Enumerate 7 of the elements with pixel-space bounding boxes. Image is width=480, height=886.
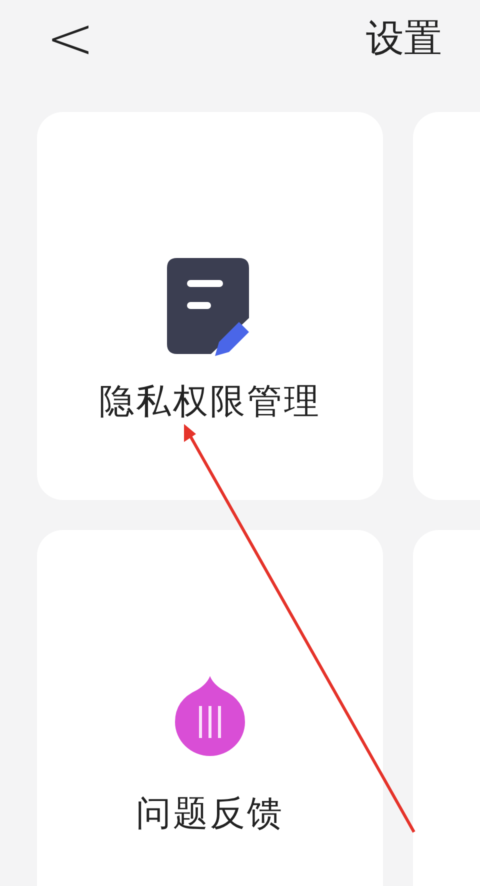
card-label: 隐私权限管理 xyxy=(99,381,321,424)
page-title: 设置 xyxy=(366,14,442,62)
settings-card[interactable]: 隐私权限管理 xyxy=(37,112,383,500)
back-button[interactable]: < xyxy=(46,9,95,67)
settings-card[interactable]: 问题反馈 xyxy=(37,530,383,886)
drop-icon xyxy=(175,676,245,756)
card-label: 问题反馈 xyxy=(136,793,284,836)
